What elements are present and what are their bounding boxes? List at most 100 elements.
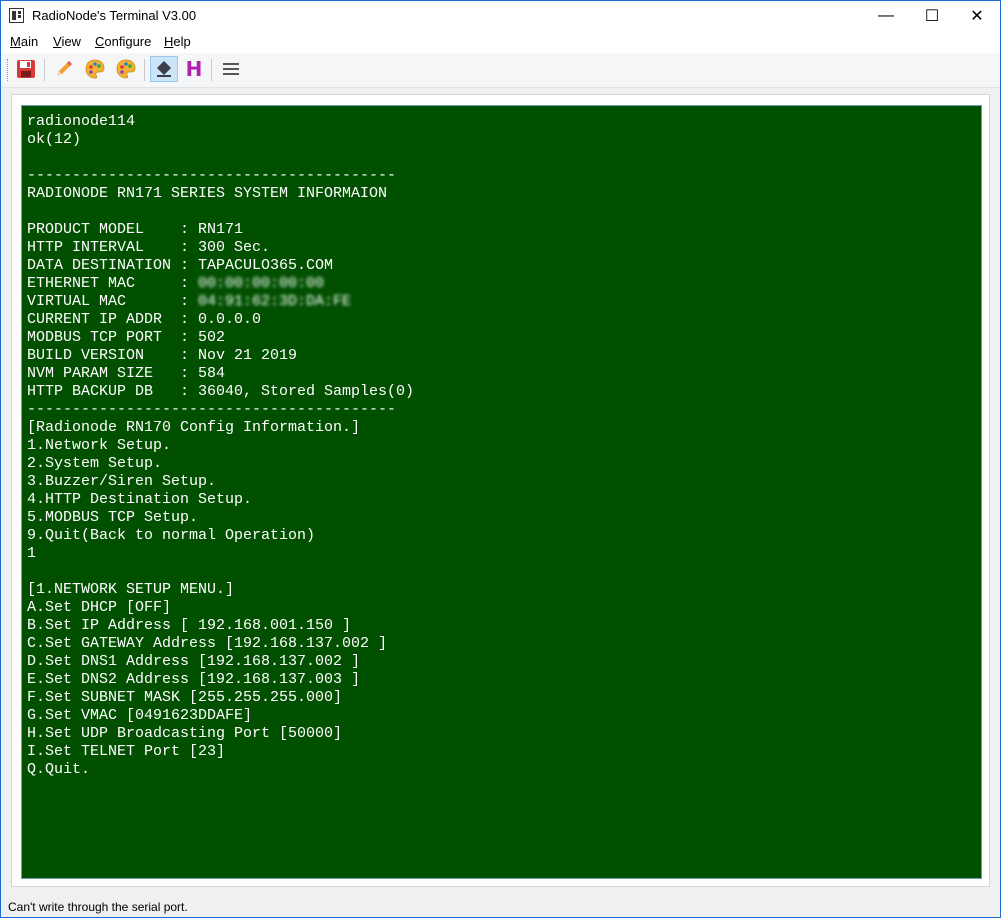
terminal-line-text: BUILD VERSION : Nov 21 2019: [27, 347, 298, 364]
h-icon: H: [185, 57, 203, 81]
status-bar: Can't write through the serial port.: [1, 897, 1000, 917]
terminal-line-text: ok(12): [27, 131, 82, 148]
terminal-output[interactable]: radionode114 ok(12) ----------------------…: [21, 105, 982, 879]
toolbar-separator: [211, 59, 212, 81]
terminal-line: ----------------------------------------…: [27, 401, 414, 419]
terminal-line-text: 2.System Setup.: [27, 455, 163, 472]
menu-help[interactable]: Help: [164, 34, 191, 49]
terminal-line-text: Q.Quit.: [27, 761, 91, 778]
terminal-line-text: ETHERNET MAC :: [27, 275, 199, 292]
terminal-line: MODBUS TCP PORT : 502: [27, 329, 414, 347]
terminal-line: CURRENT IP ADDR : 0.0.0.0: [27, 311, 414, 329]
terminal-line: ETHERNET MAC : 00:00:00:00:00: [27, 275, 414, 293]
terminal-line: D.Set DNS1 Address [192.168.137.002 ]: [27, 653, 414, 671]
pencil-icon: [57, 61, 72, 76]
terminal-line: 9.Quit(Back to normal Operation): [27, 527, 414, 545]
terminal-line: H.Set UDP Broadcasting Port [50000]: [27, 725, 414, 743]
title-bar[interactable]: RadioNode's Terminal V3.00 — ☐ ✕: [1, 1, 1000, 31]
terminal-line-text: [1.NETWORK SETUP MENU.]: [27, 581, 235, 598]
terminal-line: HTTP BACKUP DB : 36040, Stored Samples(0…: [27, 383, 414, 401]
terminal-line: 3.Buzzer/Siren Setup.: [27, 473, 414, 491]
terminal-line-text: G.Set VMAC [0491623DDAFE]: [27, 707, 253, 724]
terminal-line-text: H.Set UDP Broadcasting Port [50000]: [27, 725, 343, 742]
menu-list-button[interactable]: [219, 57, 243, 81]
terminal-line: ----------------------------------------…: [27, 167, 414, 185]
palette-icon: [116, 59, 136, 79]
terminal-line: 1.Network Setup.: [27, 437, 414, 455]
terminal-line: RADIONODE RN171 SERIES SYSTEM INFORMAION: [27, 185, 414, 203]
redacted-value: 04:91:62:3D:DA:FE: [198, 293, 352, 310]
menu-bar: Main View Configure Help: [1, 31, 1000, 53]
toolbar: H: [1, 53, 1000, 88]
terminal-line-text: NVM PARAM SIZE : 584: [27, 365, 226, 382]
clear-button[interactable]: [150, 56, 178, 82]
terminal-line: C.Set GATEWAY Address [192.168.137.002 ]: [27, 635, 414, 653]
terminal-line: 5.MODBUS TCP Setup.: [27, 509, 414, 527]
terminal-line-text: 5.MODBUS TCP Setup.: [27, 509, 199, 526]
toolbar-separator: [44, 59, 45, 81]
terminal-line-text: D.Set DNS1 Address [192.168.137.002 ]: [27, 653, 361, 670]
terminal-line: NVM PARAM SIZE : 584: [27, 365, 414, 383]
terminal-line-text: RADIONODE RN171 SERIES SYSTEM INFORMAION: [27, 185, 388, 202]
palette-icon: [85, 59, 105, 79]
terminal-line-text: DATA DESTINATION : TAPACULO365.COM: [27, 257, 334, 274]
redacted-value: 00:00:00:00:00: [198, 275, 325, 292]
terminal-line-text: C.Set GATEWAY Address [192.168.137.002 ]: [27, 635, 388, 652]
terminal-line-text: ----------------------------------------…: [27, 167, 397, 184]
terminal-line-text: HTTP INTERVAL : 300 Sec.: [27, 239, 271, 256]
save-button[interactable]: [14, 57, 38, 81]
terminal-line: I.Set TELNET Port [23]: [27, 743, 414, 761]
edit-button[interactable]: [52, 57, 76, 81]
terminal-line-text: CURRENT IP ADDR : 0.0.0.0: [27, 311, 262, 328]
terminal-line: radionode114: [27, 113, 414, 131]
terminal-line-text: 9.Quit(Back to normal Operation): [27, 527, 316, 544]
terminal-line-text: ----------------------------------------…: [27, 401, 397, 418]
menu-icon: [223, 63, 239, 75]
terminal-line: [1.NETWORK SETUP MENU.]: [27, 581, 414, 599]
terminal-line: F.Set SUBNET MASK [255.255.255.000]: [27, 689, 414, 707]
hex-mode-button[interactable]: H: [182, 57, 206, 81]
menu-main[interactable]: Main: [10, 34, 38, 49]
window-title: RadioNode's Terminal V3.00: [32, 8, 197, 23]
text-color-button[interactable]: [83, 57, 107, 81]
terminal-line: E.Set DNS2 Address [192.168.137.003 ]: [27, 671, 414, 689]
close-button[interactable]: ✕: [954, 1, 1000, 31]
terminal-line-text: I.Set TELNET Port [23]: [27, 743, 226, 760]
terminal-line-text: PRODUCT MODEL : RN171: [27, 221, 244, 238]
app-icon[interactable]: [9, 8, 24, 23]
status-text: Can't write through the serial port.: [8, 900, 188, 914]
eraser-icon: [157, 61, 171, 77]
terminal-line-text: radionode114: [27, 113, 136, 130]
terminal-line-text: B.Set IP Address [ 192.168.001.150 ]: [27, 617, 352, 634]
terminal-line-text: MODBUS TCP PORT : 502: [27, 329, 226, 346]
terminal-line: ok(12): [27, 131, 414, 149]
toolbar-separator: [144, 59, 145, 81]
maximize-button[interactable]: ☐: [909, 1, 955, 31]
app-window: RadioNode's Terminal V3.00 — ☐ ✕ Main Vi…: [0, 0, 1001, 918]
terminal-line-text: A.Set DHCP [OFF]: [27, 599, 172, 616]
minimize-button[interactable]: —: [863, 1, 909, 31]
terminal-lines: radionode114 ok(12) ----------------------…: [27, 113, 414, 779]
terminal-line-text: VIRTUAL MAC :: [27, 293, 199, 310]
terminal-line: A.Set DHCP [OFF]: [27, 599, 414, 617]
terminal-line: Q.Quit.: [27, 761, 414, 779]
terminal-line: 2.System Setup.: [27, 455, 414, 473]
terminal-line: 4.HTTP Destination Setup.: [27, 491, 414, 509]
menu-configure[interactable]: Configure: [95, 34, 151, 49]
terminal-line: HTTP INTERVAL : 300 Sec.: [27, 239, 414, 257]
terminal-line-text: 1.Network Setup.: [27, 437, 172, 454]
save-icon: [17, 60, 35, 78]
background-color-button[interactable]: [114, 57, 138, 81]
terminal-line: DATA DESTINATION : TAPACULO365.COM: [27, 257, 414, 275]
menu-view[interactable]: View: [53, 34, 81, 49]
terminal-line: PRODUCT MODEL : RN171: [27, 221, 414, 239]
terminal-line-text: 3.Buzzer/Siren Setup.: [27, 473, 217, 490]
terminal-line: G.Set VMAC [0491623DDAFE]: [27, 707, 414, 725]
terminal-line: BUILD VERSION : Nov 21 2019: [27, 347, 414, 365]
terminal-line-text: [Radionode RN170 Config Information.]: [27, 419, 361, 436]
toolbar-grip[interactable]: [7, 59, 11, 81]
terminal-line-text: E.Set DNS2 Address [192.168.137.003 ]: [27, 671, 361, 688]
